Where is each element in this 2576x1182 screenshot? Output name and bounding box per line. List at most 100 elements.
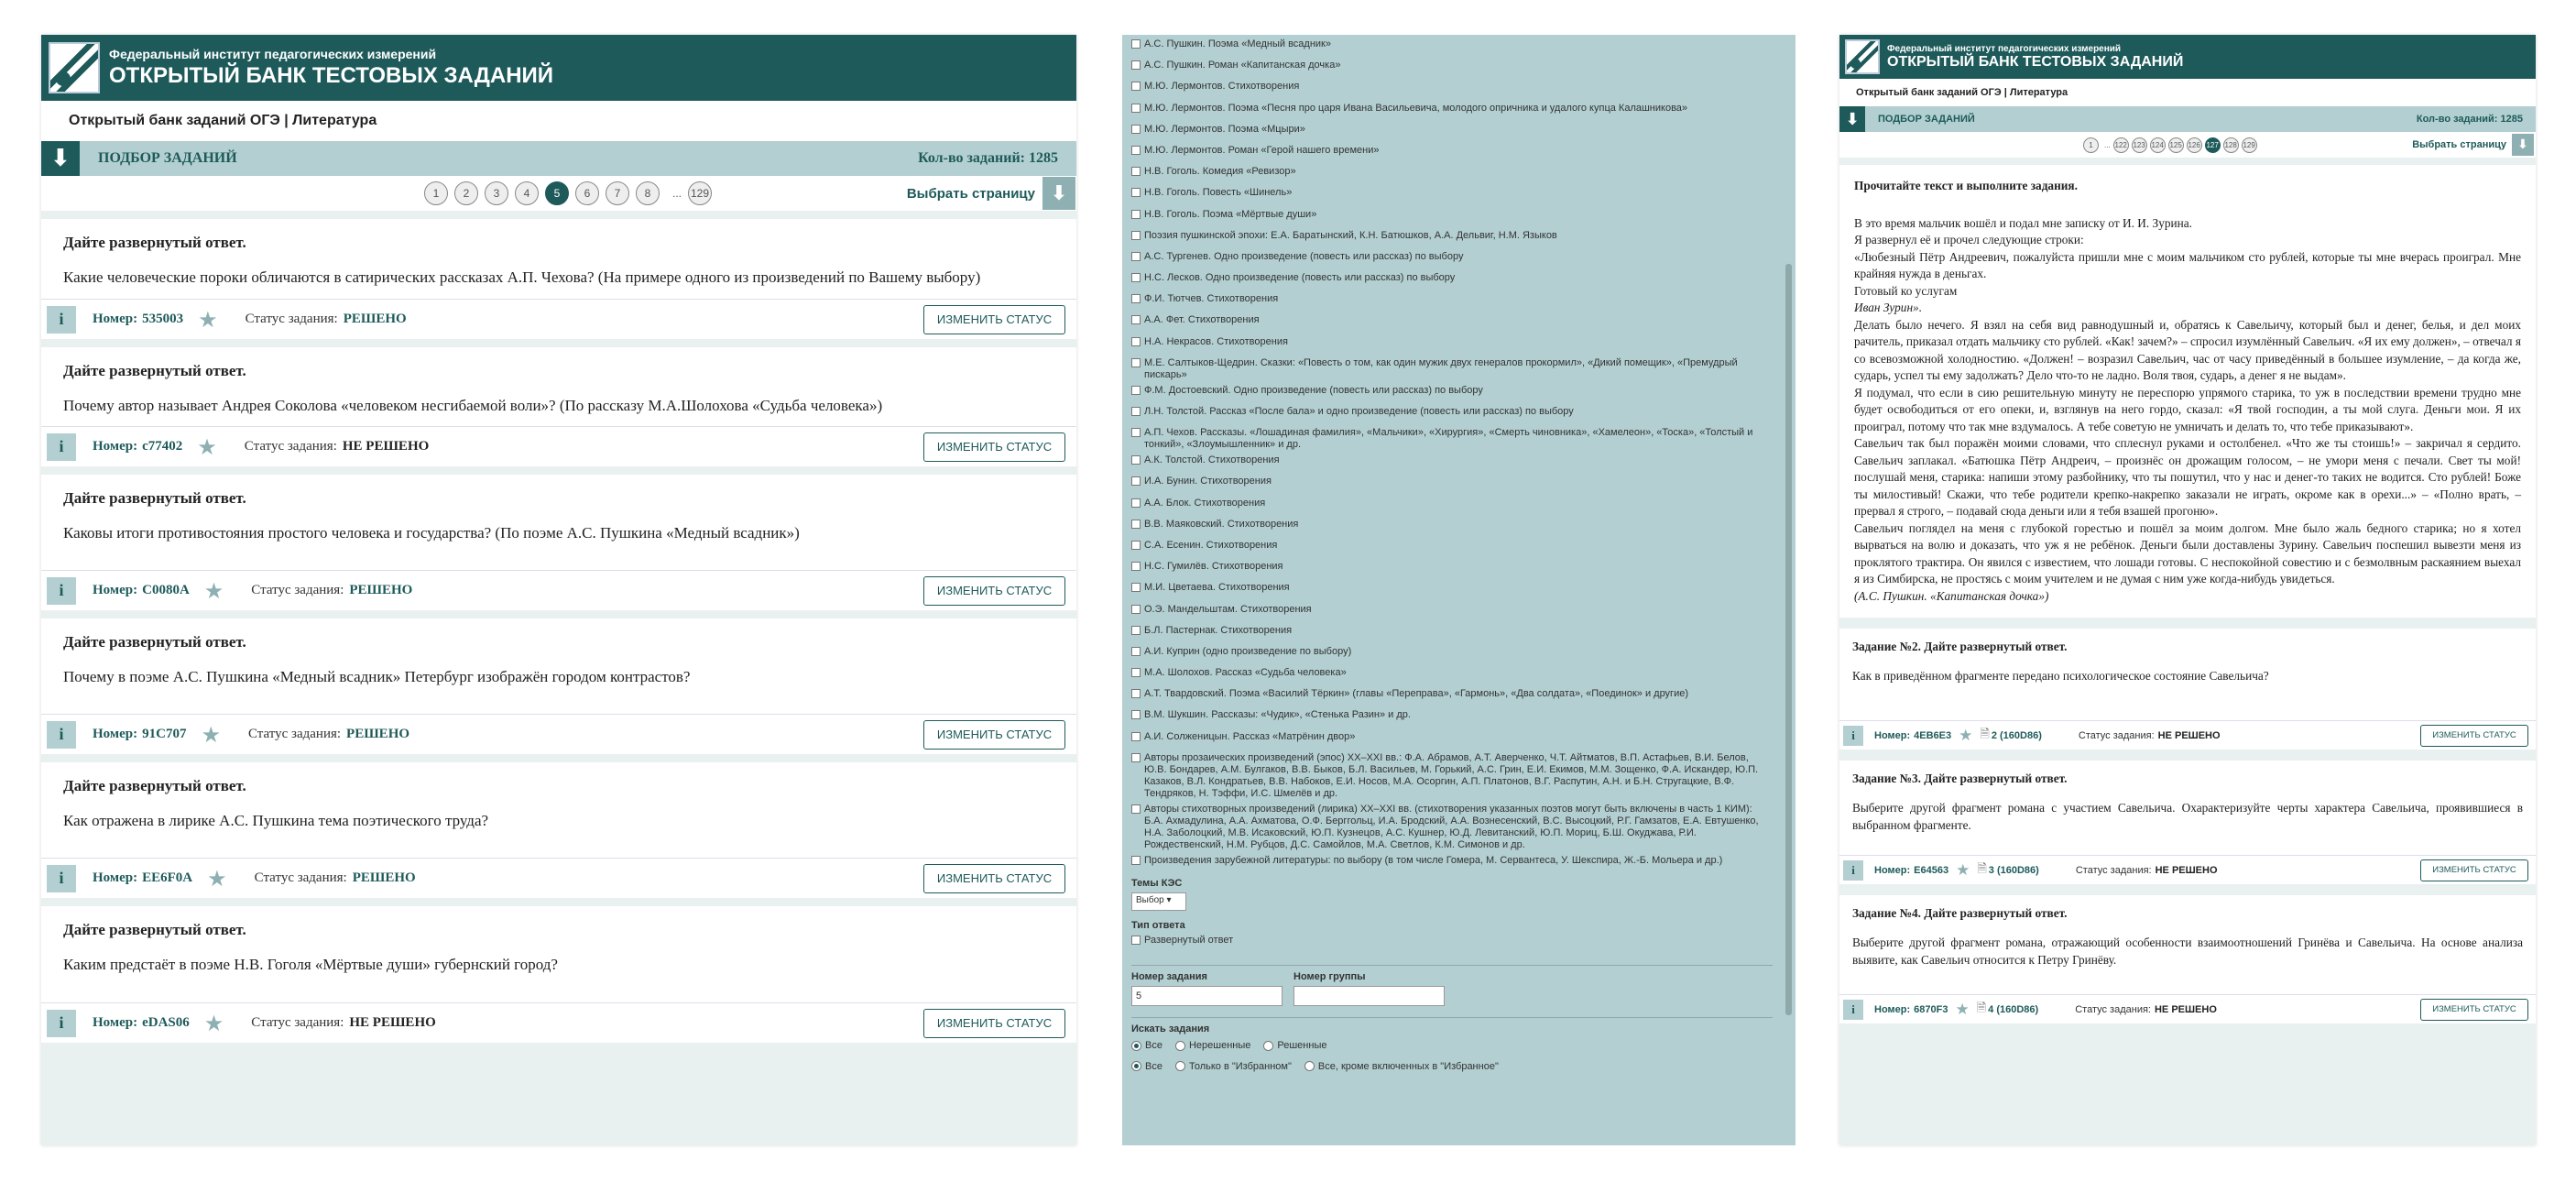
topic-option[interactable]: В.М. Шукшин. Рассказы: «Чудик», «Стенька… — [1131, 706, 1773, 727]
topic-option[interactable]: А.И. Куприн (одно произведение по выбору… — [1131, 642, 1773, 663]
page-1-button[interactable]: 1 — [2083, 137, 2099, 153]
topic-option[interactable]: Б.Л. Пастернак. Стихотворения — [1131, 621, 1773, 642]
topic-option[interactable]: Поэзия пушкинской эпохи: Е.А. Баратынски… — [1131, 226, 1773, 247]
scrollbar[interactable] — [1785, 264, 1792, 1015]
arrow-down-icon[interactable]: ⬇ — [2512, 134, 2534, 156]
radio-option[interactable]: Только в "Избранном" — [1174, 1061, 1292, 1072]
radio-button[interactable] — [1131, 1040, 1141, 1051]
topic-option[interactable]: А.П. Чехов. Рассказы. «Лошадиная фамилия… — [1131, 423, 1773, 451]
star-icon[interactable]: ★ — [1956, 861, 1970, 880]
checkbox[interactable] — [1131, 752, 1141, 762]
topic-option[interactable]: Авторы прозаических произведений (эпос) … — [1131, 749, 1773, 800]
topic-option[interactable]: Н.В. Гоголь. Поэма «Мёртвые души» — [1131, 205, 1773, 226]
choose-page[interactable]: Выбрать страницу ⬇ — [2412, 132, 2536, 158]
checkbox[interactable] — [1131, 562, 1141, 572]
task-number-input[interactable]: 5 — [1131, 986, 1283, 1007]
page-6-button[interactable]: 6 — [575, 181, 599, 205]
checkbox[interactable] — [1131, 82, 1141, 92]
checkbox[interactable] — [1131, 604, 1141, 614]
radio-option[interactable]: Решенные — [1263, 1040, 1326, 1051]
topic-option[interactable]: А.С. Пушкин. Роман «Капитанская дочка» — [1131, 56, 1773, 77]
page-126-button[interactable]: 126 — [2186, 137, 2202, 153]
topic-option[interactable]: А.С. Пушкин. Поэма «Медный всадник» — [1131, 35, 1773, 56]
checkbox[interactable] — [1131, 689, 1141, 699]
choose-page-label[interactable]: Выбрать страницу — [907, 186, 1035, 202]
topic-option[interactable]: Авторы стихотворных произведений (лирика… — [1131, 800, 1773, 851]
topic-option[interactable]: Н.С. Лесков. Одно произведение (повесть … — [1131, 268, 1773, 290]
selection-title[interactable]: ПОДБОР ЗАДАНИЙ — [1878, 114, 1975, 125]
topic-option[interactable]: Произведения зарубежной литературы: по в… — [1131, 851, 1773, 872]
topic-option[interactable]: А.И. Солженицын. Рассказ «Матрёнин двор» — [1131, 728, 1773, 749]
info-icon[interactable]: i — [47, 1009, 76, 1037]
radio-button[interactable] — [1174, 1061, 1185, 1072]
topic-option[interactable]: Л.Н. Толстой. Рассказ «После бала» и одн… — [1131, 402, 1773, 423]
radio-button[interactable] — [1304, 1061, 1315, 1072]
theme-select[interactable]: Выбор ▾ — [1131, 892, 1186, 911]
topic-option[interactable]: С.А. Есенин. Стихотворения — [1131, 536, 1773, 557]
change-status-button[interactable]: ИЗМЕНИТЬ СТАТУС — [2420, 859, 2528, 881]
topic-option[interactable]: А.А. Фет. Стихотворения — [1131, 311, 1773, 332]
checkbox[interactable] — [1131, 103, 1141, 113]
topic-option[interactable]: М.Ю. Лермонтов. Поэма «Мцыри» — [1131, 120, 1773, 141]
radio-button[interactable] — [1174, 1040, 1185, 1051]
fipi-logo[interactable] — [49, 42, 100, 93]
checkbox[interactable] — [1131, 668, 1141, 678]
topic-option[interactable]: М.Е. Салтыков-Щедрин. Сказки: «Повесть о… — [1131, 354, 1773, 381]
checkbox[interactable] — [1131, 625, 1141, 635]
page-124-button[interactable]: 124 — [2149, 137, 2166, 153]
star-icon[interactable]: ★ — [1955, 1001, 1969, 1019]
change-status-button[interactable]: ИЗМЕНИТЬ СТАТУС — [923, 432, 1065, 462]
change-status-button[interactable]: ИЗМЕНИТЬ СТАТУС — [2420, 998, 2528, 1021]
topic-option[interactable]: И.А. Бунин. Стихотворения — [1131, 472, 1773, 493]
radio-option[interactable]: Все, кроме включенных в "Избранное" — [1304, 1061, 1499, 1072]
info-icon[interactable]: i — [47, 720, 76, 749]
checkbox[interactable] — [1131, 498, 1141, 508]
star-icon[interactable]: ★ — [197, 434, 217, 460]
checkbox[interactable] — [1131, 583, 1141, 593]
checkbox[interactable] — [1131, 145, 1141, 155]
page-1-button[interactable]: 1 — [424, 181, 448, 205]
topic-option[interactable]: М.А. Шолохов. Рассказ «Судьба человека» — [1131, 663, 1773, 684]
change-status-button[interactable]: ИЗМЕНИТЬ СТАТУС — [2420, 724, 2528, 747]
info-icon[interactable]: i — [1843, 999, 1863, 1020]
page-7-button[interactable]: 7 — [606, 181, 629, 205]
radio-option[interactable]: Все — [1131, 1061, 1162, 1072]
topic-option[interactable]: В.В. Маяковский. Стихотворения — [1131, 515, 1773, 536]
topic-option[interactable]: Ф.М. Достоевский. Одно произведение (пов… — [1131, 381, 1773, 402]
selection-title[interactable]: ПОДБОР ЗАДАНИЙ — [98, 150, 237, 167]
topic-option[interactable]: А.А. Блок. Стихотворения — [1131, 494, 1773, 515]
topic-option[interactable]: Н.А. Некрасов. Стихотворения — [1131, 333, 1773, 354]
checkbox[interactable] — [1131, 60, 1141, 71]
page-2-button[interactable]: 2 — [454, 181, 478, 205]
checkbox[interactable] — [1131, 710, 1141, 720]
page-125-button[interactable]: 125 — [2167, 137, 2184, 153]
info-icon[interactable]: i — [47, 305, 76, 334]
checkbox[interactable] — [1131, 39, 1141, 49]
checkbox[interactable] — [1131, 167, 1141, 177]
checkbox[interactable] — [1131, 273, 1141, 283]
arrow-down-icon[interactable]: ⬇ — [1042, 177, 1075, 210]
checkbox[interactable] — [1131, 428, 1141, 438]
star-icon[interactable]: ★ — [207, 866, 227, 892]
info-icon[interactable]: i — [1843, 859, 1863, 881]
star-icon[interactable]: ★ — [198, 307, 218, 333]
checkbox[interactable] — [1131, 124, 1141, 134]
checkbox[interactable] — [1131, 646, 1141, 656]
checkbox[interactable] — [1131, 540, 1141, 550]
choose-page[interactable]: Выбрать страницу ⬇ — [907, 176, 1076, 211]
radio-button[interactable] — [1131, 1061, 1141, 1072]
topic-option[interactable]: А.К. Толстой. Стихотворения — [1131, 451, 1773, 472]
info-icon[interactable]: i — [47, 432, 76, 461]
topic-option[interactable]: Н.С. Гумилёв. Стихотворения — [1131, 557, 1773, 578]
topic-option[interactable]: А.Т. Твардовский. Поэма «Василий Тёркин»… — [1131, 684, 1773, 706]
checkbox[interactable] — [1131, 519, 1141, 529]
radio-option[interactable]: Все — [1131, 1040, 1162, 1051]
document-icon[interactable]: 🗎 — [1977, 1000, 1986, 1020]
checkbox[interactable] — [1131, 936, 1141, 945]
answer-type-option[interactable]: Развернутый ответ — [1131, 931, 1773, 952]
star-icon[interactable]: ★ — [204, 578, 224, 604]
topic-option[interactable]: Н.В. Гоголь. Комедия «Ревизор» — [1131, 162, 1773, 183]
group-link[interactable]: 3 (160D86) — [1989, 865, 2039, 876]
page-128-button[interactable]: 128 — [2222, 137, 2239, 153]
page-129-button[interactable]: 129 — [2241, 137, 2257, 153]
